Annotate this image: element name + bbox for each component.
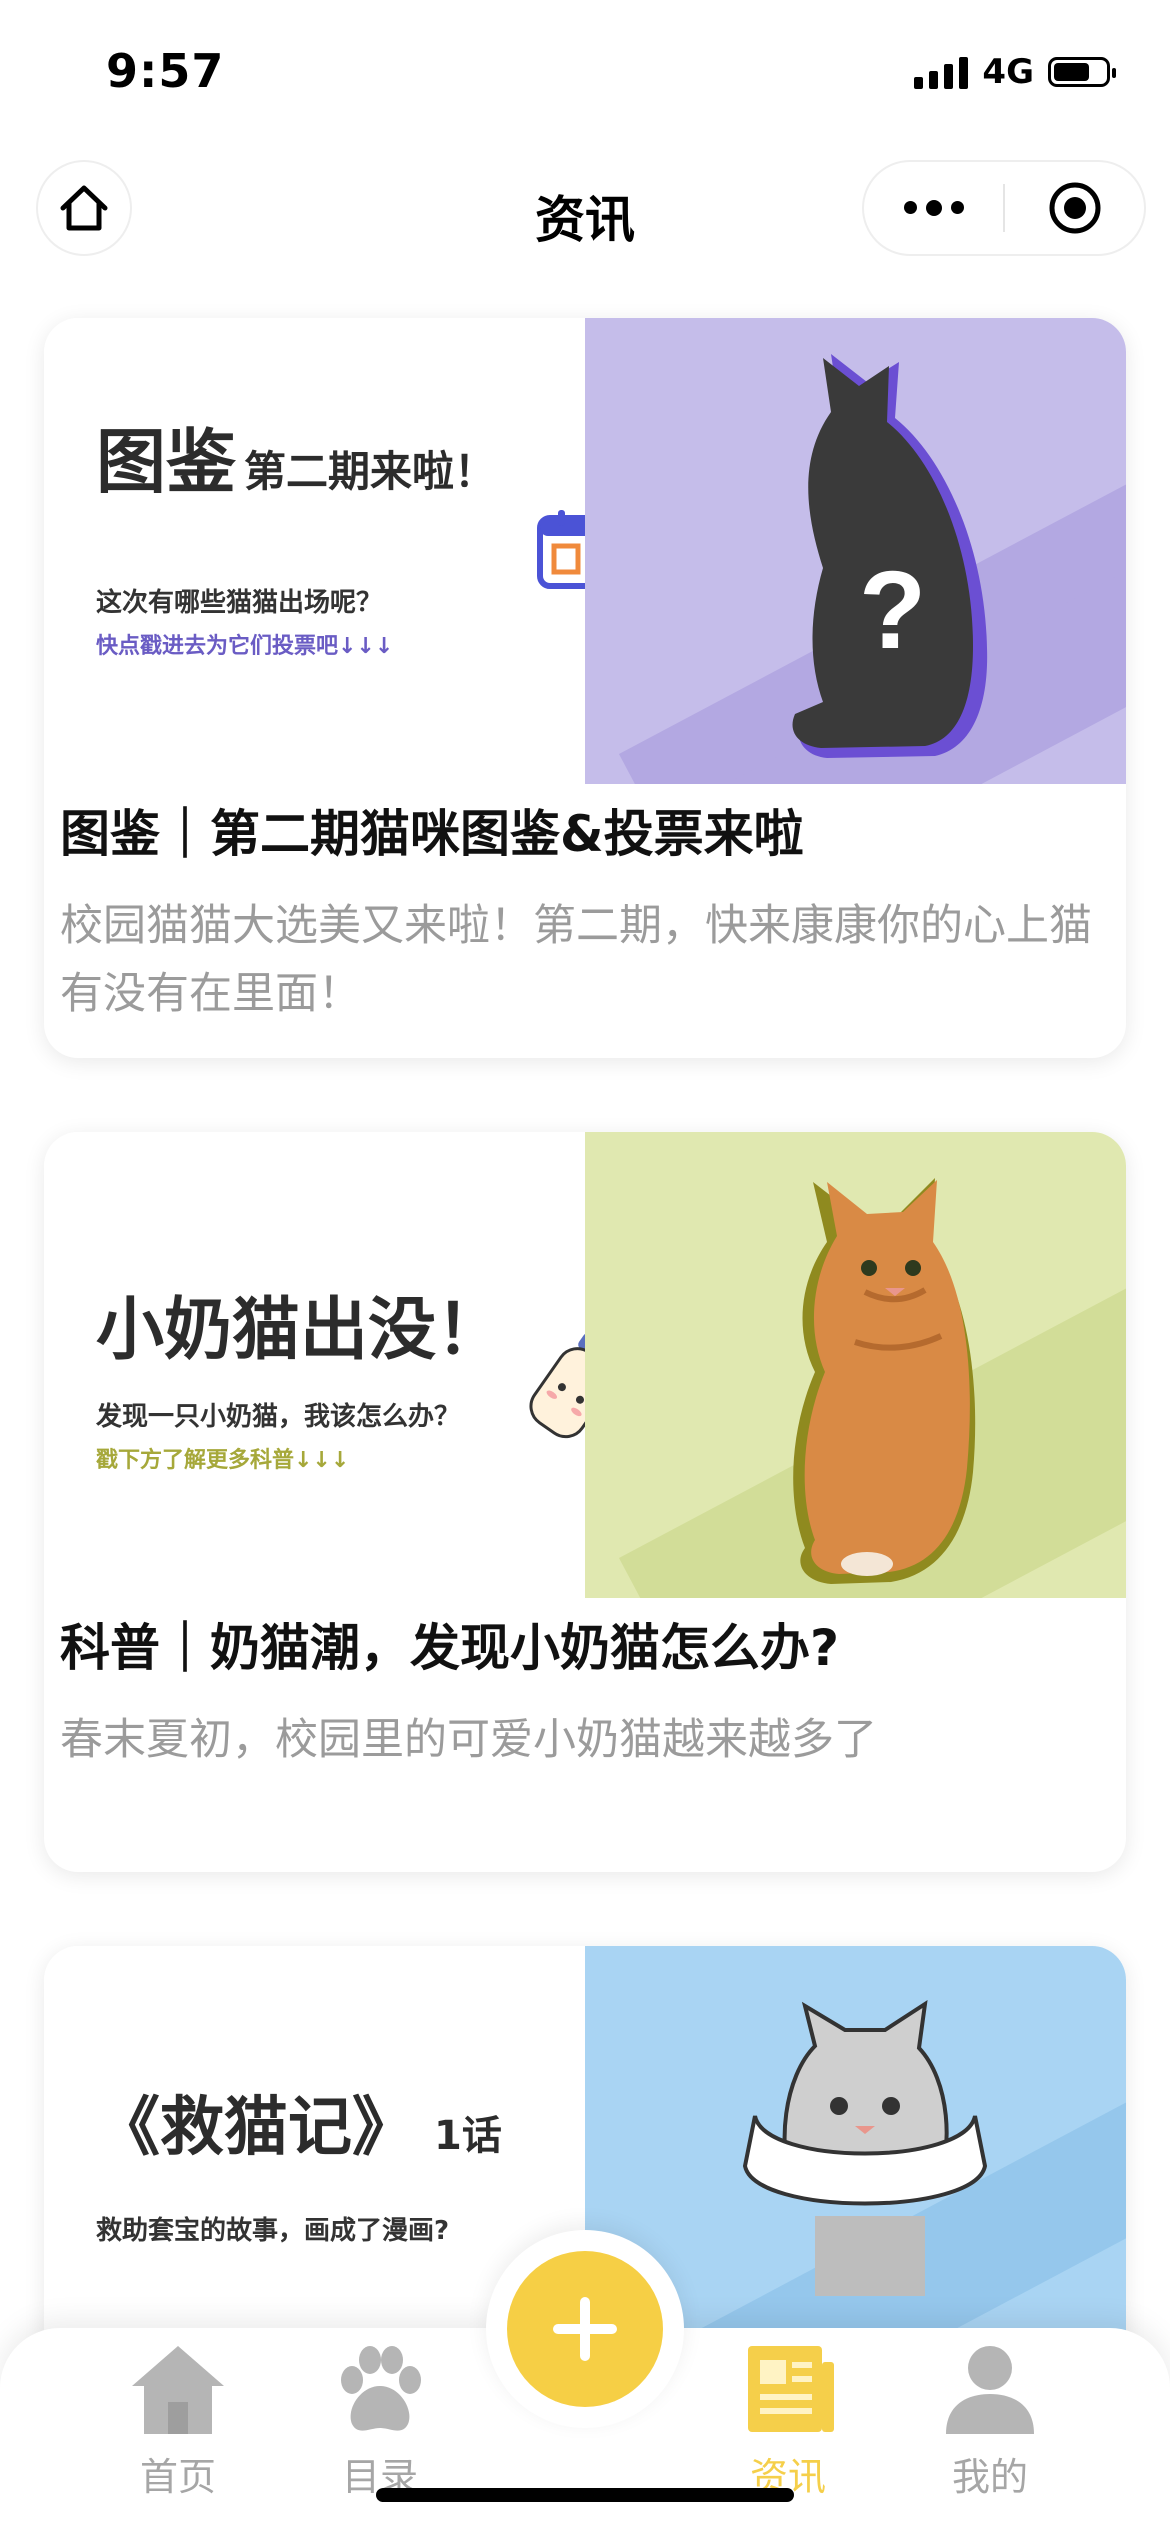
article-description: 校园猫猫大选美又来啦！第二期，快来康康你的心上猫有没有在里面！: [60, 901, 1092, 1019]
banner-subtitle: 这次有哪些猫猫出场呢？: [96, 588, 383, 618]
banner-art: [585, 1132, 1126, 1598]
banner-title: 小奶猫出没！: [96, 1291, 505, 1370]
signal-icon: [914, 55, 969, 89]
plus-icon: [553, 2297, 617, 2361]
banner-title: 《救猫记》 1话: [96, 2091, 502, 2165]
svg-text:?: ?: [859, 549, 926, 672]
home-indicator: [376, 2488, 794, 2502]
article-list: 图鉴 第二期来啦！ 这次有哪些猫猫出场呢？ 快点戳进去为它们投票吧↓↓↓ ? 图…: [44, 318, 1126, 2486]
kitten-illustration: [793, 1178, 976, 1584]
person-icon: [946, 2346, 1034, 2434]
target-icon: [1049, 182, 1100, 234]
banner-link-text: 快点戳进去为它们投票吧↓↓↓: [96, 634, 394, 659]
article-title: 图鉴｜第二期猫咪图鉴&投票来啦: [60, 805, 804, 863]
newspaper-icon: [748, 2346, 834, 2432]
tab-label: 我的: [951, 2455, 1028, 2499]
banner-art: ?: [585, 318, 1126, 784]
tab-news[interactable]: 资讯: [708, 2342, 868, 2501]
banner-link-text: 戳下方了解更多科普↓↓↓: [96, 1448, 350, 1473]
nav-bar: 资讯: [0, 150, 1170, 270]
tab-profile[interactable]: 我的: [910, 2342, 1070, 2501]
article-card[interactable]: 图鉴 第二期来啦！ 这次有哪些猫猫出场呢？ 快点戳进去为它们投票吧↓↓↓ ? 图…: [44, 318, 1126, 1058]
tab-catalog[interactable]: 目录: [300, 2342, 460, 2501]
close-program-button[interactable]: [1005, 180, 1144, 236]
banner-subtitle: 发现一只小奶猫，我该怎么办？: [96, 1402, 461, 1432]
comic-cat-illustration: [742, 1999, 988, 2296]
status-time: 9:57: [106, 44, 225, 98]
more-menu-icon[interactable]: [864, 199, 1003, 216]
banner-title: 图鉴 第二期来啦！: [96, 421, 497, 503]
article-card[interactable]: 小奶猫出没！ 发现一只小奶猫，我该怎么办？ 戳下方了解更多科普↓↓↓ 科普｜奶猫…: [44, 1132, 1126, 1872]
paw-icon: [341, 2346, 421, 2431]
article-description: 春末夏初，校园里的可爱小奶猫越来越多了: [60, 1715, 877, 1765]
network-type: 4G: [982, 52, 1034, 92]
article-banner: 图鉴 第二期来啦！ 这次有哪些猫猫出场呢？ 快点戳进去为它们投票吧↓↓↓ ?: [44, 318, 1126, 784]
article-title: 科普｜奶猫潮，发现小奶猫怎么办?: [60, 1619, 840, 1677]
banner-subtitle: 救助套宝的故事，画成了漫画?: [96, 2216, 450, 2246]
house-icon: [132, 2346, 224, 2434]
cat-silhouette: ?: [792, 354, 988, 758]
article-banner: 小奶猫出没！ 发现一只小奶猫，我该怎么办？ 戳下方了解更多科普↓↓↓: [44, 1132, 1126, 1598]
mini-program-capsule: [862, 160, 1146, 256]
battery-icon: [1048, 57, 1116, 87]
status-indicators: 4G: [914, 52, 1116, 92]
status-bar: 9:57 4G: [0, 0, 1170, 150]
tab-home[interactable]: 首页: [98, 2342, 258, 2501]
tab-label: 首页: [139, 2455, 216, 2499]
add-button[interactable]: [507, 2251, 663, 2407]
